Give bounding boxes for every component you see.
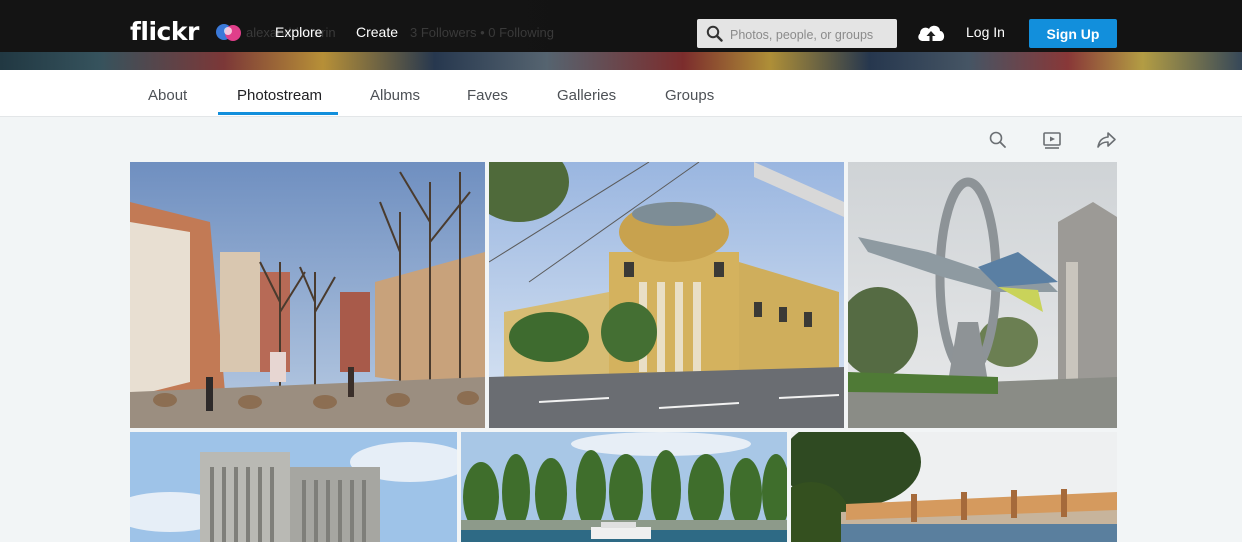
cloud-upload-icon[interactable] [916,22,946,44]
create-link[interactable]: Create [356,24,398,40]
share-icon[interactable] [1095,129,1117,151]
buddy-icon[interactable] [214,22,244,42]
search-icon[interactable] [987,129,1009,151]
photo-tile[interactable] [848,162,1117,428]
cover-photo-strip [0,52,1242,70]
log-in-link[interactable]: Log In [966,24,1005,40]
explore-link[interactable]: Explore [275,24,322,40]
photo-tile[interactable] [791,432,1117,542]
photo-tile[interactable] [489,162,844,428]
profile-subnav: About Photostream Albums Faves Galleries… [0,70,1242,117]
flickr-logo[interactable]: flickr [130,17,199,46]
search-input[interactable] [728,19,897,50]
global-header: flickr alexandrbaturin 3 Followers • 0 F… [0,0,1242,70]
photo-riverside [461,432,787,542]
tab-photostream[interactable]: Photostream [237,87,322,104]
photo-street [130,162,485,428]
search-box[interactable] [697,19,897,50]
tab-groups[interactable]: Groups [665,87,714,104]
photo-tile[interactable] [461,432,787,542]
slideshow-icon[interactable] [1041,129,1063,151]
photo-stadium [791,432,1117,542]
tab-albums[interactable]: Albums [370,87,420,104]
active-tab-indicator [218,112,338,115]
photo-aircraft-monument [848,162,1117,428]
tab-about[interactable]: About [148,87,187,104]
tab-faves[interactable]: Faves [467,87,508,104]
sign-up-button[interactable]: Sign Up [1029,19,1117,48]
profile-follow-counts: 3 Followers • 0 Following [410,25,554,40]
photo-domed-building [489,162,844,428]
photo-tile[interactable] [130,162,485,428]
tab-galleries[interactable]: Galleries [557,87,616,104]
photo-tile[interactable] [130,432,457,542]
search-icon [706,25,723,42]
photo-office-tower [130,432,457,542]
